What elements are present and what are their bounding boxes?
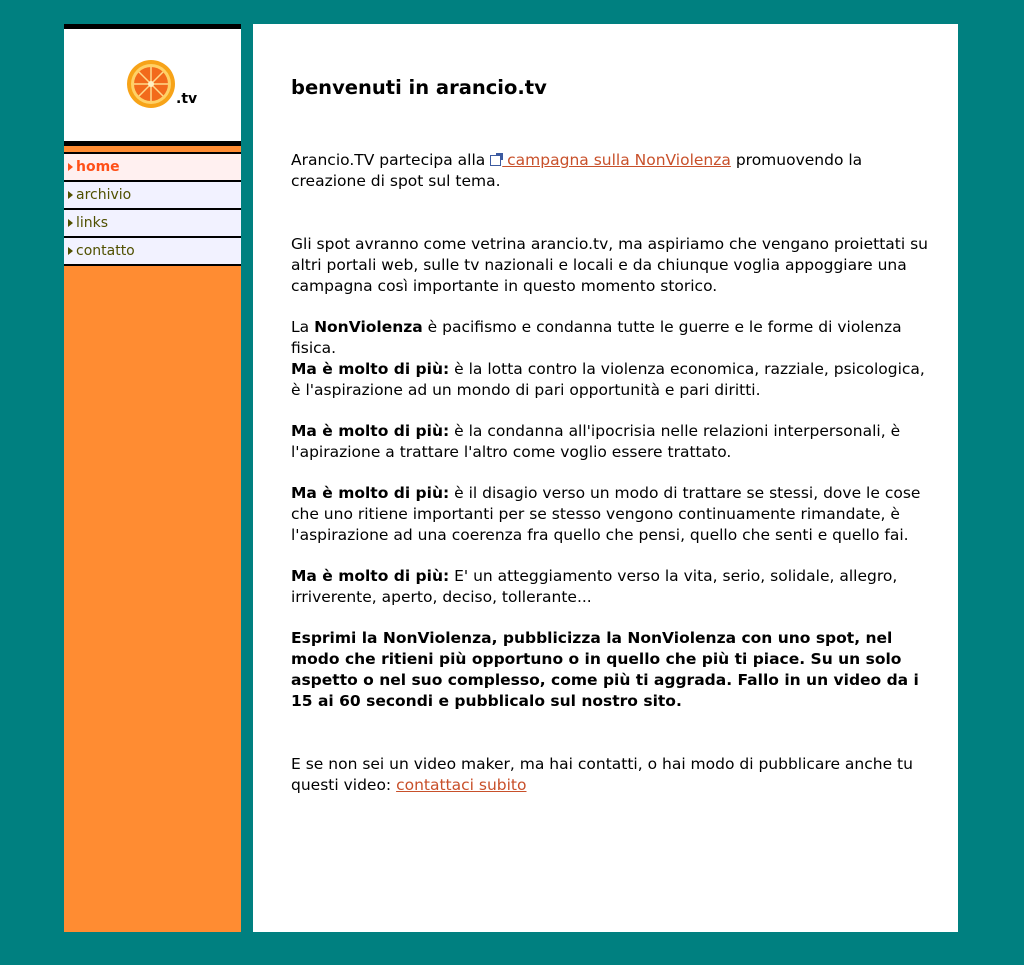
orange-logo-icon [127,60,175,108]
more-label: Ma è molto di più: [291,484,450,502]
contact-paragraph: E se non sei un video maker, ma hai cont… [291,754,931,796]
nonviolence-paragraph: La NonViolenza è pacifismo e condanna tu… [291,317,931,401]
page-title: benvenuti in arancio.tv [291,76,547,99]
main-content: benvenuti in arancio.tv Arancio.TV parte… [253,24,958,932]
nav-item-label: archivio [76,187,132,203]
campaign-link-label: campagna sulla NonViolenza [502,151,731,169]
arrow-right-icon [68,191,73,199]
more-label: Ma è molto di più: [291,360,450,378]
logo[interactable]: .tv [64,24,241,146]
campaign-link[interactable]: campagna sulla NonViolenza [490,151,731,169]
arrow-right-icon [68,247,73,255]
nav-item-links[interactable]: links [64,210,241,238]
logo-text: .tv [176,91,198,107]
nav-item-home[interactable]: home [64,152,241,182]
more-paragraph-3: Ma è molto di più: è il disagio verso un… [291,483,931,546]
more-label: Ma è molto di più: [291,567,450,585]
contact-link[interactable]: contattaci subito [396,776,526,794]
nav-item-label: links [76,215,109,231]
intro-text: Arancio.TV partecipa alla [291,151,491,169]
nav-item-label: contatto [76,243,135,259]
more-paragraph-4: Ma è molto di più: E' un atteggiamento v… [291,566,931,608]
nav-menu: home archivio links contatto [64,152,241,266]
call-to-action-text: Esprimi la NonViolenza, pubblicizza la N… [291,629,919,710]
external-link-icon [490,153,504,166]
nav-item-contatto[interactable]: contatto [64,238,241,266]
nonviolence-term: NonViolenza [314,318,423,336]
sidebar: .tv home archivio links contatto [64,24,241,932]
content-body: benvenuti in arancio.tv Arancio.TV parte… [291,74,931,796]
arrow-right-icon [68,163,73,171]
nav-item-archivio[interactable]: archivio [64,182,241,210]
more-paragraph-2: Ma è molto di più: è la condanna all'ipo… [291,421,931,463]
more-label: Ma è molto di più: [291,422,450,440]
arrow-right-icon [68,219,73,227]
nav-item-label: home [76,159,120,175]
nonviolence-lead: La [291,318,315,336]
intro-paragraph: Arancio.TV partecipa alla campagna sulla… [291,150,931,192]
contact-text: E se non sei un video maker, ma hai cont… [291,755,913,794]
showcase-paragraph: Gli spot avranno come vetrina arancio.tv… [291,235,928,295]
call-to-action: Esprimi la NonViolenza, pubblicizza la N… [291,628,931,712]
